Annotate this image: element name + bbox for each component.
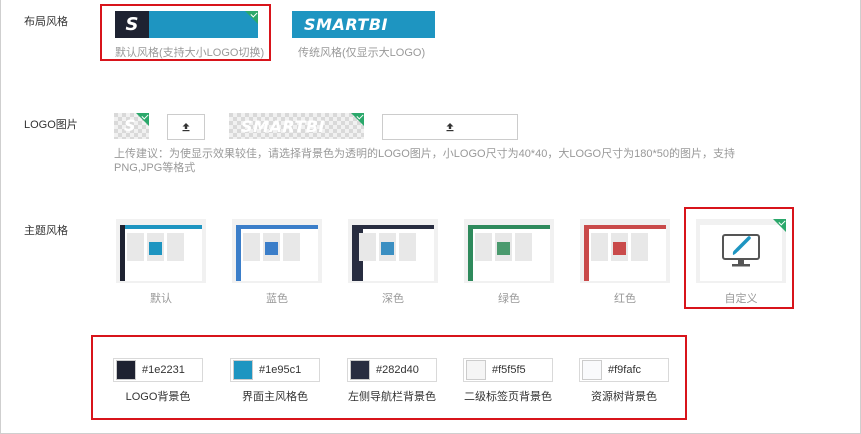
layout-default-option[interactable]: S (115, 11, 258, 38)
check-icon (773, 219, 786, 232)
nav-bg-color-label: 左侧导航栏背景色 (348, 391, 436, 403)
logo-bg-color-label: LOGO背景色 (125, 391, 191, 403)
tab-bg-color-input[interactable]: #f5f5f5 (463, 358, 553, 382)
monitor-brush-icon (722, 234, 760, 267)
theme-custom-label: 自定义 (724, 293, 758, 305)
check-icon (351, 113, 364, 126)
color-swatch[interactable] (116, 360, 136, 380)
upload-small-logo-button[interactable] (167, 114, 205, 140)
theme-blue-label: 蓝色 (266, 293, 288, 305)
layout-traditional-caption: 传统风格(仅显示大LOGO) (298, 47, 426, 59)
theme-green[interactable] (464, 219, 554, 283)
large-logo-preview-text: SMARTBI (241, 117, 325, 136)
small-logo-text: S (125, 14, 139, 35)
smartbi-logo-text: SMARTBI (304, 15, 388, 34)
small-logo-preview-text: S (124, 116, 137, 135)
small-logo: S (115, 11, 149, 38)
theme-dark[interactable] (348, 219, 438, 283)
theme-dark-label: 深色 (382, 293, 404, 305)
theme-blue[interactable] (232, 219, 322, 283)
color-hex-value: #1e2231 (142, 364, 185, 376)
color-swatch[interactable] (350, 360, 370, 380)
theme-custom[interactable] (696, 219, 786, 283)
color-swatch[interactable] (466, 360, 486, 380)
layout-style-label: 布局风格 (24, 16, 68, 28)
upload-icon (446, 123, 454, 132)
nav-bg-color-input[interactable]: #282d40 (347, 358, 437, 382)
main-style-color-label: 界面主风格色 (242, 391, 308, 403)
tree-bg-color-input[interactable]: #f9fafc (579, 358, 669, 382)
main-style-color-input[interactable]: #1e95c1 (230, 358, 320, 382)
theme-default-label: 默认 (150, 293, 172, 305)
color-swatch[interactable] (582, 360, 602, 380)
color-hex-value: #1e95c1 (259, 364, 302, 376)
tree-bg-color-label: 资源树背景色 (591, 391, 657, 403)
logo-image-label: LOGO图片 (24, 119, 78, 131)
theme-default[interactable] (116, 219, 206, 283)
layout-traditional-option[interactable]: SMARTBI (292, 11, 435, 38)
color-hex-value: #282d40 (376, 364, 419, 376)
theme-style-label: 主题风格 (24, 225, 68, 237)
small-logo-preview: S (114, 113, 149, 139)
color-swatch[interactable] (233, 360, 253, 380)
color-hex-value: #f9fafc (608, 364, 642, 376)
color-hex-value: #f5f5f5 (492, 364, 526, 376)
large-logo-preview: SMARTBI (229, 113, 364, 139)
theme-red[interactable] (580, 219, 670, 283)
check-icon (136, 113, 149, 126)
layout-default-caption: 默认风格(支持大小LOGO切换) (115, 47, 265, 59)
tab-bg-color-label: 二级标签页背景色 (464, 391, 552, 403)
logo-upload-hint: 上传建议：为使显示效果较佳，请选择背景色为透明的LOGO图片，小LOGO尺寸为4… (114, 148, 735, 174)
logo-bg-color-input[interactable]: #1e2231 (113, 358, 203, 382)
check-icon (245, 11, 258, 24)
theme-red-label: 红色 (614, 293, 636, 305)
theme-green-label: 绿色 (498, 293, 520, 305)
upload-large-logo-button[interactable] (382, 114, 518, 140)
upload-icon (182, 123, 190, 132)
